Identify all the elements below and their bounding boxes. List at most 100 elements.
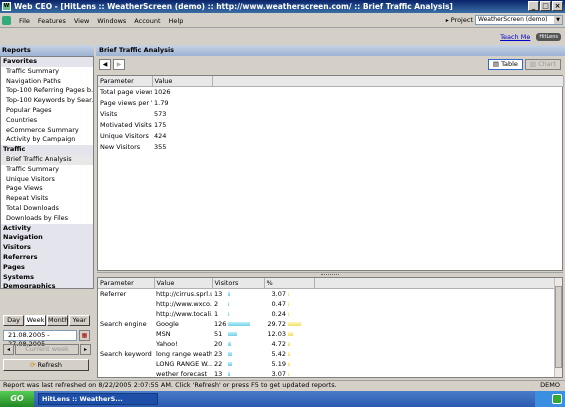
splitter[interactable] <box>97 272 563 276</box>
tab-week[interactable]: Week <box>25 315 46 326</box>
tree-category[interactable]: Visitors <box>1 243 93 253</box>
taskbar-item[interactable]: HitLens :: WeatherS... <box>38 393 158 405</box>
visitors-bar <box>228 311 229 316</box>
table-row[interactable]: Motivated Visits 175 <box>98 119 564 130</box>
minimize-button[interactable]: _ <box>528 1 539 11</box>
status-bar: Report was last refreshed on 8/22/2005 2… <box>0 380 565 390</box>
tree-report-item[interactable]: Downloads by Files <box>1 214 93 224</box>
table-row[interactable]: Page views per Vi...1.79 <box>98 97 564 108</box>
chart-view-button[interactable]: ▥ Chart <box>524 59 561 70</box>
table-row[interactable]: http://www.tocali... 1 0.24 <box>98 309 556 319</box>
table-row[interactable]: Search keyword long range weath...23 5.42 <box>98 349 556 359</box>
splitter-grip <box>321 274 339 275</box>
tab-month[interactable]: Month <box>47 315 68 326</box>
row-percent: 3.07 <box>264 369 314 378</box>
percent-value: 5.19 <box>271 359 286 368</box>
tree-category[interactable]: Favorites <box>1 57 93 67</box>
tree-category[interactable]: Pages <box>1 262 93 273</box>
tree-report-item[interactable]: Total Downloads <box>1 204 93 214</box>
menu-view[interactable]: View <box>70 17 93 25</box>
menu-account[interactable]: Account <box>130 17 164 25</box>
row-parameter: Motivated Visits <box>100 120 152 129</box>
table-icon: ▤ <box>492 60 499 68</box>
tree-report-item[interactable]: Activity by Campaign <box>1 135 93 145</box>
teach-me-link[interactable]: Teach Me <box>500 33 530 41</box>
col-value[interactable]: Value <box>152 76 213 87</box>
status-message: Report was last refreshed on 8/22/2005 2… <box>3 381 337 389</box>
table-view-button[interactable]: ▤ Table <box>487 59 523 70</box>
table-row[interactable]: New Visitors 355 <box>98 141 564 152</box>
row-value: 573 <box>154 109 167 118</box>
tree-report-item[interactable]: Page Views <box>1 184 93 194</box>
col-parameter[interactable]: Parameter <box>98 76 153 87</box>
col-visitors[interactable]: Visitors <box>212 278 265 289</box>
date-range-field[interactable]: 21.08.2005 - 27.08.2005 <box>3 330 77 348</box>
tree-category[interactable]: Activity <box>1 223 93 234</box>
app-menu-icon[interactable] <box>2 16 11 25</box>
tree-report-item[interactable]: Traffic Summary <box>1 165 93 175</box>
detail-scrollbar[interactable] <box>554 278 562 377</box>
row-visitors: 23 <box>212 349 264 359</box>
refresh-button[interactable]: ⟳ Refresh <box>3 359 89 371</box>
menu-features[interactable]: Features <box>34 17 70 25</box>
table-row[interactable]: Visits 573 <box>98 108 564 119</box>
col-parameter[interactable]: Parameter <box>98 278 155 289</box>
table-row[interactable]: http://www.wxco... 2 0.47 <box>98 299 556 309</box>
project-label: Project <box>450 16 473 24</box>
title-bar: W Web CEO - [HitLens :: WeatherScreen (d… <box>0 0 565 13</box>
table-row[interactable]: wether forecast 13 3.07 <box>98 369 556 378</box>
back-icon[interactable]: ◀ <box>99 59 111 70</box>
project-dropdown[interactable]: WeatherScreen (demo) ▼ <box>475 15 563 25</box>
tree-report-item[interactable]: Repeat Visits <box>1 194 93 204</box>
start-button[interactable]: GO <box>0 391 34 407</box>
table-row[interactable]: Search engine Google 126 29.72 <box>98 319 556 329</box>
tree-category[interactable]: Demographics <box>1 282 93 288</box>
tree-report-item[interactable]: Popular Pages <box>1 106 93 116</box>
next-period-button[interactable]: ▸ <box>80 344 91 355</box>
visitors-bar <box>228 301 229 306</box>
visitors-count: 13 <box>214 369 223 378</box>
scroll-thumb[interactable] <box>555 286 562 368</box>
col-value[interactable]: Value <box>154 278 213 289</box>
tree-report-item[interactable]: Traffic Summary <box>1 67 93 77</box>
tree-report-item[interactable]: Navigation Paths <box>1 77 93 87</box>
tree-report-item[interactable]: Top-100 Keywords by Sear... <box>1 96 93 106</box>
percent-value: 29.72 <box>267 319 286 328</box>
tree-report-item[interactable]: Top-100 Referring Pages b... <box>1 86 93 96</box>
menu-help[interactable]: Help <box>165 17 188 25</box>
table-row[interactable]: MSN 51 12.03 <box>98 329 556 339</box>
forward-icon[interactable]: ▶ <box>113 59 125 70</box>
tree-report-item[interactable]: Countries <box>1 116 93 126</box>
current-week-button[interactable]: Current week <box>15 344 79 355</box>
table-row[interactable]: Unique Visitors 424 <box>98 130 564 141</box>
tree-category[interactable]: Referrers <box>1 252 93 263</box>
window-title: Web CEO - [HitLens :: WeatherScreen (dem… <box>14 2 453 11</box>
prev-period-button[interactable]: ◂ <box>3 344 14 355</box>
tree-report-item[interactable]: Brief Traffic Analysis <box>1 154 93 165</box>
tree-category[interactable]: Traffic <box>1 145 93 155</box>
tree-category[interactable]: Systems <box>1 272 93 283</box>
maximize-button[interactable]: □ <box>540 1 551 11</box>
row-empty <box>314 349 556 359</box>
percent-bar <box>288 291 289 296</box>
tree-report-item[interactable]: eCommerce Summary <box>1 126 93 136</box>
table-row[interactable]: Referrer http://cirrus.sprl.u...13 3.07 <box>98 288 556 299</box>
tab-year[interactable]: Year <box>69 315 90 326</box>
tab-day[interactable]: Day <box>3 315 24 326</box>
row-parameter: New Visitors <box>100 142 141 151</box>
chart-icon: ▥ <box>529 60 537 68</box>
row-empty <box>314 319 556 329</box>
percent-value: 3.07 <box>271 369 286 378</box>
close-button[interactable]: × <box>552 1 563 11</box>
tray-icon[interactable] <box>552 394 562 404</box>
row-parameter: Referrer <box>100 289 127 298</box>
calendar-icon[interactable]: ▦ <box>79 330 90 341</box>
table-row[interactable]: LONG RANGE W... 22 5.19 <box>98 359 556 369</box>
table-row[interactable]: Total page views 1026 <box>98 86 564 97</box>
tree-category[interactable]: Navigation <box>1 233 93 244</box>
menu-file[interactable]: File <box>15 17 34 25</box>
table-row[interactable]: Yahoo! 20 4.72 <box>98 339 556 349</box>
menu-windows[interactable]: Windows <box>93 17 130 25</box>
tree-report-item[interactable]: Unique Visitors <box>1 175 93 185</box>
col-percent[interactable]: % <box>264 278 315 289</box>
